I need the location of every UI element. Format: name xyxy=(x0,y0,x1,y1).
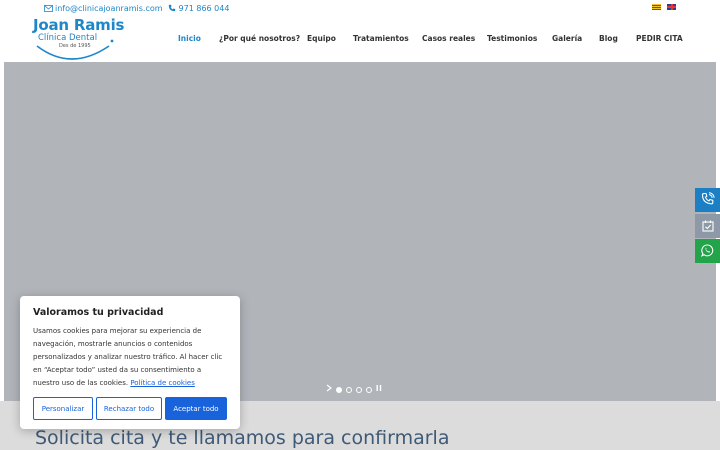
language-switcher xyxy=(652,4,676,10)
nav-item-inicio[interactable]: Inicio xyxy=(178,34,201,43)
cookie-consent-dialog: Valoramos tu privacidad Usamos cookies p… xyxy=(20,296,240,429)
cookie-policy-link[interactable]: Política de cookies xyxy=(130,379,195,387)
pause-icon[interactable] xyxy=(376,384,382,395)
next-arrow-icon[interactable] xyxy=(326,384,332,395)
nav-item-pedir-cita[interactable]: PEDIR CITA xyxy=(636,34,683,43)
slider-controls xyxy=(326,384,382,395)
mail-icon xyxy=(43,3,53,13)
slider-dot-2[interactable] xyxy=(346,386,352,393)
slider-dot-1[interactable] xyxy=(336,386,342,393)
flag-catalan-icon[interactable] xyxy=(652,4,661,10)
nav-item-testimonios[interactable]: Testimonios xyxy=(487,34,537,43)
side-phone-button[interactable] xyxy=(695,188,720,212)
nav-item-casos-reales[interactable]: Casos reales xyxy=(422,34,475,43)
whatsapp-icon xyxy=(700,242,714,261)
nav-item-blog[interactable]: Blog xyxy=(599,34,618,43)
slider-dot-3[interactable] xyxy=(356,386,362,393)
cookie-description: Usamos cookies para mejorar su experienc… xyxy=(33,325,229,390)
logo-subtitle: Clínica Dental xyxy=(38,33,98,43)
nav-item-tratamientos[interactable]: Tratamientos xyxy=(353,34,409,43)
top-contact-bar: info@clinicajoanramis.com 971 866 044 xyxy=(0,0,720,16)
logo-name: Joan Ramis xyxy=(33,16,125,34)
cookie-title: Valoramos tu privacidad xyxy=(33,307,164,318)
appointment-title: Solicita cita y te llamamos para confirm… xyxy=(35,427,450,449)
email-link[interactable]: info@clinicajoanramis.com xyxy=(55,4,163,13)
page: info@clinicajoanramis.com 971 866 044 Jo… xyxy=(0,0,720,450)
phone-link[interactable]: 971 866 044 xyxy=(179,4,230,13)
logo[interactable]: Joan Ramis Clínica Dental Des de 1995 xyxy=(33,16,124,60)
phone-icon xyxy=(167,3,177,13)
calendar-check-icon xyxy=(701,217,714,236)
logo-since: Des de 1995 xyxy=(59,43,91,49)
nav-item-galeria[interactable]: Galería xyxy=(552,34,582,43)
nav-item-equipo[interactable]: Equipo xyxy=(307,34,336,43)
side-whatsapp-button[interactable] xyxy=(695,239,720,263)
side-appointment-button[interactable] xyxy=(695,214,720,238)
slider-dot-4[interactable] xyxy=(366,386,372,393)
nav-item-por-que-nosotros[interactable]: ¿Por qué nosotros? xyxy=(219,34,300,43)
flag-english-icon[interactable] xyxy=(667,4,676,10)
customize-button[interactable]: Personalizar xyxy=(33,397,93,420)
phone-ring-icon xyxy=(701,191,715,210)
reject-all-button[interactable]: Rechazar todo xyxy=(96,397,162,420)
cookie-body: Usamos cookies para mejorar su experienc… xyxy=(33,327,223,387)
accept-all-button[interactable]: Aceptar todo xyxy=(165,397,227,420)
contact-info: info@clinicajoanramis.com 971 866 044 xyxy=(43,3,233,13)
